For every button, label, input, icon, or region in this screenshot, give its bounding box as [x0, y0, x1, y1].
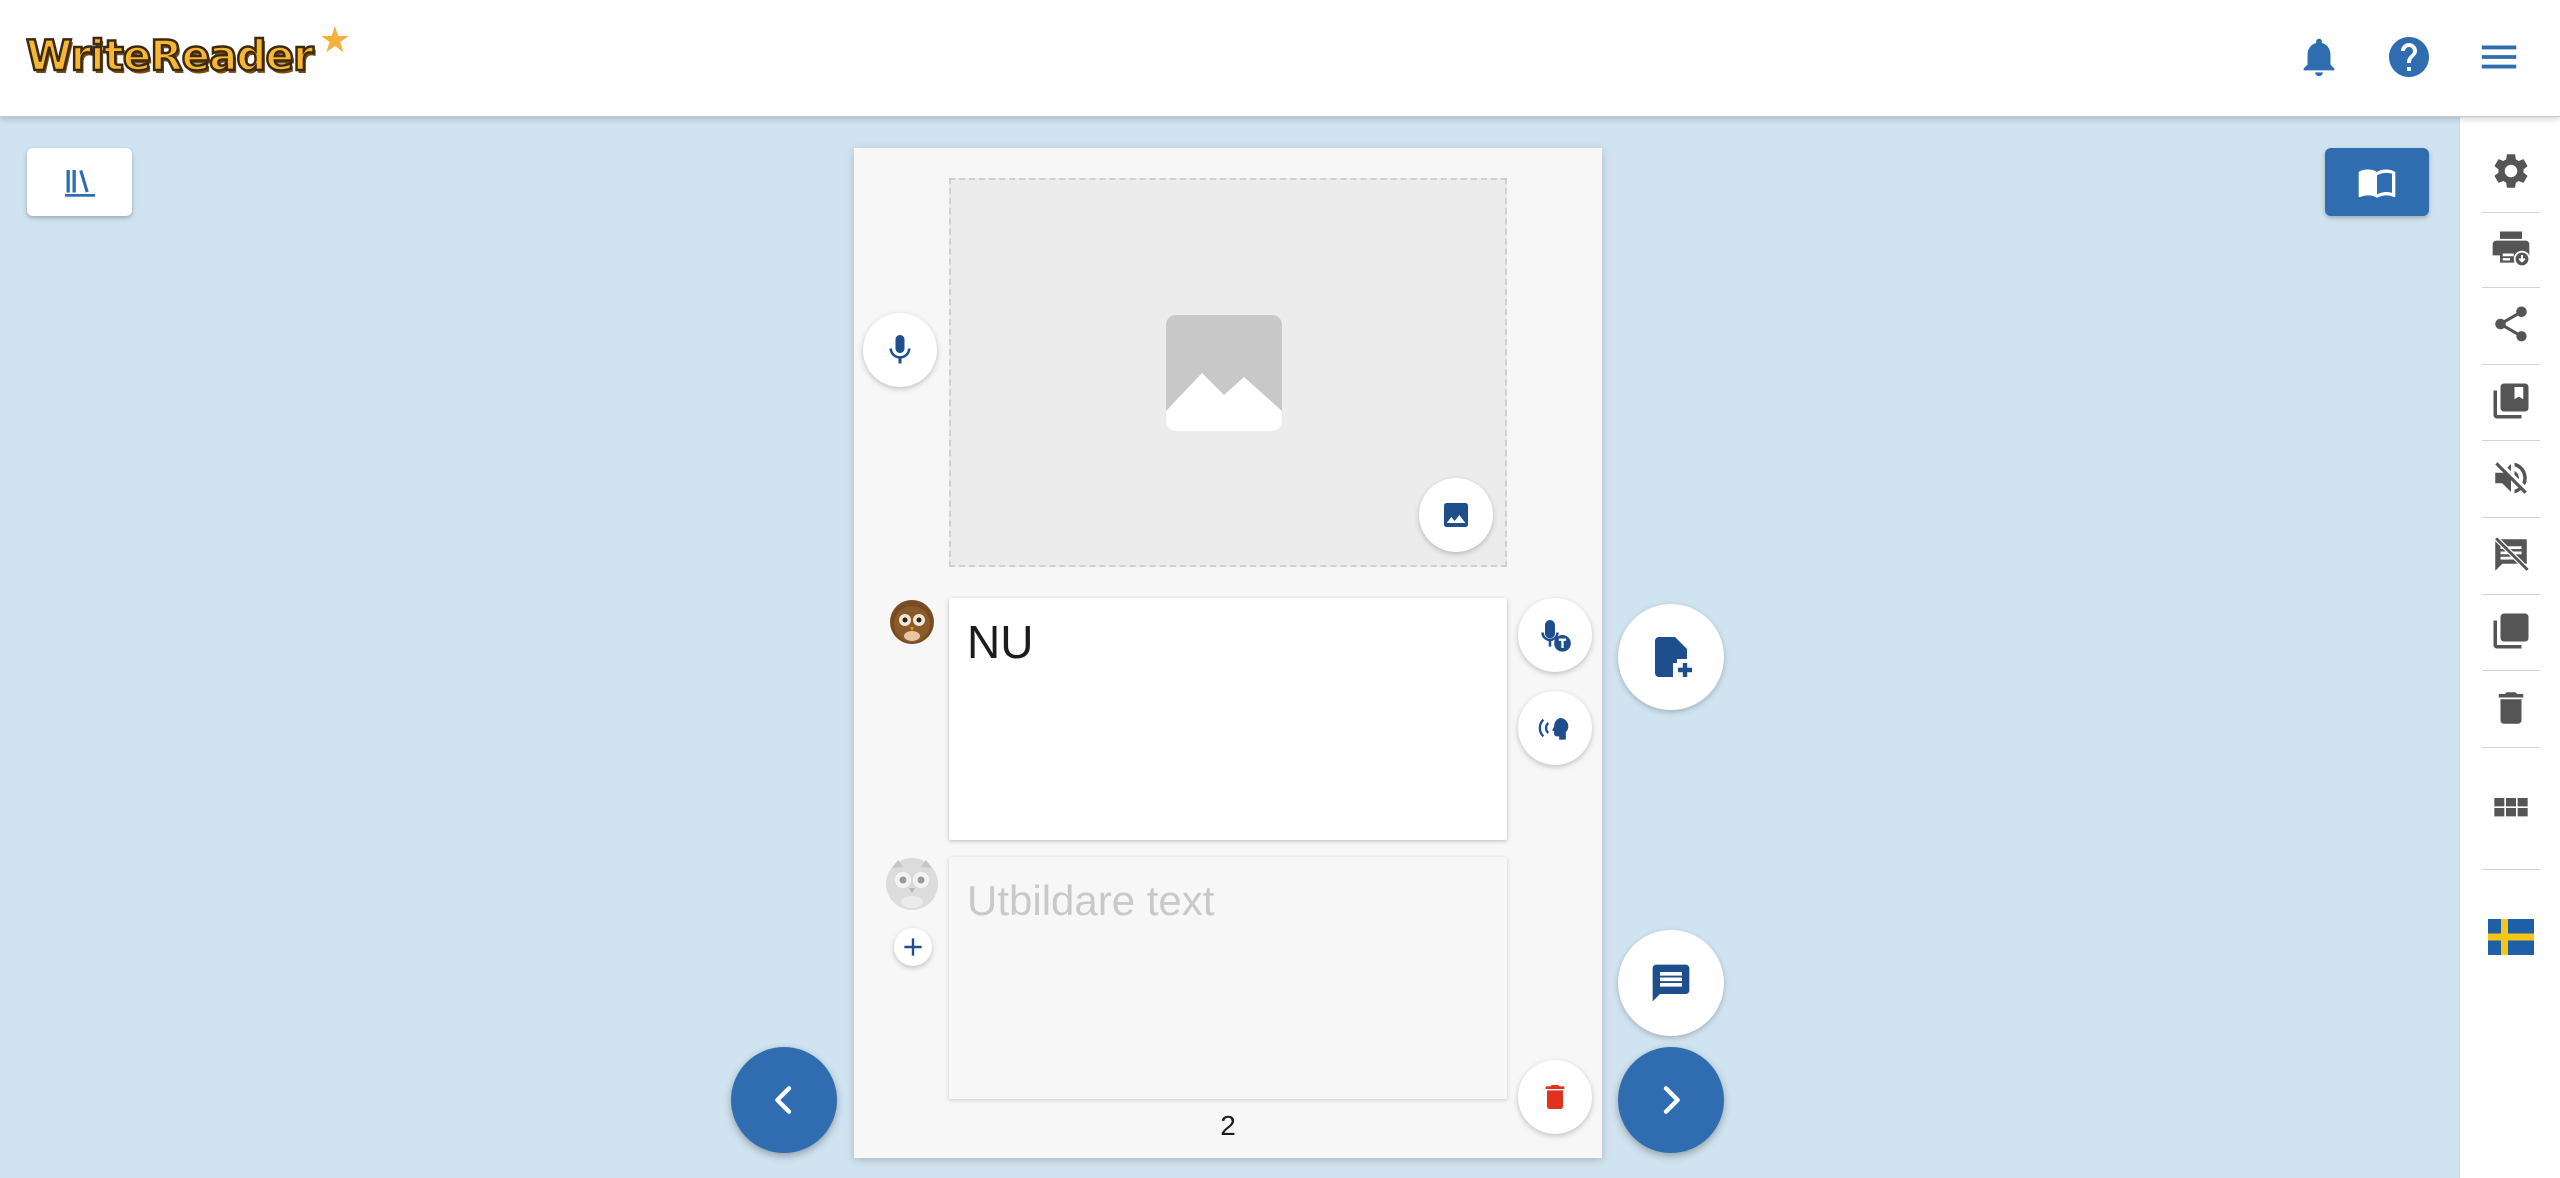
- educator-text-box[interactable]: Utbildare text: [949, 857, 1507, 1099]
- previous-page-button[interactable]: [731, 1047, 837, 1153]
- comments-button[interactable]: [1618, 930, 1724, 1036]
- page-number: 2: [1220, 1110, 1236, 1141]
- copy-page-button[interactable]: [2482, 602, 2540, 660]
- bookshelf-icon: [64, 170, 95, 197]
- sidebar-divider: [2482, 287, 2540, 288]
- add-image-button[interactable]: [1419, 478, 1493, 552]
- hide-text-button[interactable]: [2482, 526, 2540, 584]
- sidebar-divider: [2482, 869, 2540, 870]
- sidebar-divider: [2482, 364, 2540, 365]
- plus-icon: [904, 938, 922, 956]
- read-book-button[interactable]: [2325, 148, 2429, 216]
- mute-button[interactable]: [2482, 449, 2540, 507]
- sidebar-divider: [2482, 517, 2540, 518]
- library-button[interactable]: [27, 148, 132, 216]
- top-bar: WriteReader ★: [0, 0, 2560, 117]
- library-icon: [2493, 383, 2529, 419]
- bell-icon: [2303, 38, 2335, 77]
- star-icon: ★: [318, 19, 351, 60]
- grid-view-button[interactable]: [2482, 779, 2540, 837]
- main-menu-button[interactable]: [2470, 28, 2528, 86]
- trash-icon: [2498, 692, 2524, 724]
- add-page-button[interactable]: [1618, 604, 1724, 710]
- book-page: NU Utbildare text 2: [854, 148, 1602, 1158]
- library-copy-button[interactable]: [2482, 372, 2540, 430]
- child-text: NU: [967, 616, 1034, 668]
- writereader-logo[interactable]: WriteReader ★: [25, 20, 351, 86]
- trash-icon: [1545, 1085, 1565, 1109]
- sidebar-divider: [2482, 440, 2540, 441]
- sidebar-divider: [2482, 670, 2540, 671]
- add-educator-button[interactable]: [894, 928, 932, 966]
- child-text-box[interactable]: NU: [949, 598, 1507, 840]
- grid-icon: [2494, 798, 2528, 817]
- educator-text-placeholder: Utbildare text: [967, 877, 1215, 924]
- print-button[interactable]: [2482, 219, 2540, 277]
- share-icon: [2495, 306, 2527, 342]
- speech-to-text-button[interactable]: [1518, 598, 1592, 672]
- menu-icon: [2481, 45, 2517, 69]
- image-placeholder-icon: [1166, 315, 1282, 431]
- speaking-head-icon: [1538, 718, 1569, 740]
- text-to-speech-button[interactable]: [1518, 691, 1592, 765]
- comment-off-icon: [2494, 536, 2530, 572]
- comment-icon: [1652, 964, 1690, 1002]
- child-avatar: [890, 600, 934, 644]
- chevron-left-icon: [775, 1086, 792, 1114]
- sidebar-divider: [2482, 594, 2540, 595]
- language-button[interactable]: [2482, 908, 2540, 966]
- add-page-icon: [1655, 637, 1692, 677]
- sidebar-divider: [2482, 747, 2540, 748]
- educator-avatar: [883, 854, 941, 912]
- chevron-right-icon: [1663, 1086, 1680, 1114]
- help-button[interactable]: [2380, 28, 2438, 86]
- image-drop-area[interactable]: [949, 178, 1507, 567]
- delete-book-button[interactable]: [2482, 679, 2540, 737]
- swedish-flag-icon: [2488, 919, 2534, 955]
- gear-icon: [2494, 154, 2528, 188]
- help-icon: [2389, 37, 2429, 77]
- open-book-icon: [2358, 169, 2396, 198]
- right-sidebar: [2459, 117, 2560, 1178]
- settings-button[interactable]: [2482, 142, 2540, 200]
- record-audio-button[interactable]: [863, 313, 937, 387]
- copy-icon: [2493, 613, 2529, 649]
- logo-text: WriteReader: [25, 30, 315, 82]
- sidebar-divider: [2482, 212, 2540, 213]
- microphone-icon: [889, 335, 911, 364]
- speech-to-text-icon: [1541, 620, 1571, 652]
- image-icon: [1444, 503, 1468, 527]
- next-page-button[interactable]: [1618, 1047, 1724, 1153]
- share-button[interactable]: [2482, 295, 2540, 353]
- notifications-button[interactable]: [2290, 28, 2348, 86]
- volume-off-icon: [2495, 462, 2527, 494]
- printer-download-icon: [2492, 231, 2531, 268]
